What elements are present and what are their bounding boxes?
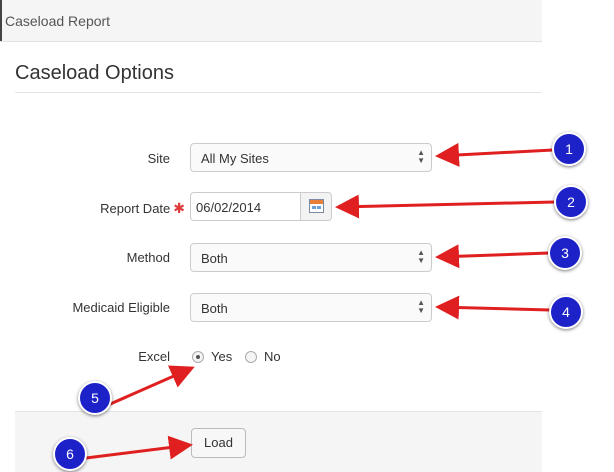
method-select[interactable]: Both ▲ ▼ xyxy=(190,243,432,272)
calendar-button[interactable] xyxy=(300,192,332,221)
site-select[interactable]: All My Sites ▲ ▼ xyxy=(190,143,432,172)
heading-divider xyxy=(15,92,542,93)
report-date-label-text: Report Date xyxy=(100,201,171,216)
annotation-badge-2: 2 xyxy=(554,185,588,219)
excel-label: Excel xyxy=(138,349,170,364)
site-label: Site xyxy=(147,151,170,166)
arrow-4 xyxy=(435,295,551,320)
method-select-value: Both xyxy=(201,251,228,266)
select-caret-icon: ▲ ▼ xyxy=(417,248,425,265)
arrow-3 xyxy=(435,244,550,269)
report-date-label: Report Date ✱ xyxy=(60,200,185,217)
medicaid-eligible-select-value: Both xyxy=(201,301,228,316)
excel-yes-label[interactable]: Yes xyxy=(211,349,232,364)
report-title: Caseload Report xyxy=(5,13,111,29)
form-footer xyxy=(15,411,542,472)
calendar-icon xyxy=(309,199,324,213)
required-asterisk-icon: ✱ xyxy=(173,200,185,216)
medicaid-eligible-select[interactable]: Both ▲ ▼ xyxy=(190,293,432,322)
excel-no-label[interactable]: No xyxy=(264,349,281,364)
radio-selected-dot xyxy=(196,355,200,359)
arrow-2 xyxy=(335,194,556,219)
excel-no-radio[interactable] xyxy=(245,351,257,363)
load-button[interactable]: Load xyxy=(191,428,246,458)
select-caret-icon: ▲ ▼ xyxy=(417,298,425,315)
medicaid-eligible-label: Medicaid Eligible xyxy=(72,300,170,315)
select-caret-icon: ▲ ▼ xyxy=(417,148,425,165)
report-date-input[interactable]: 06/02/2014 xyxy=(190,192,300,221)
site-select-value: All My Sites xyxy=(201,151,269,166)
method-label: Method xyxy=(126,250,170,265)
annotation-badge-5: 5 xyxy=(78,381,112,415)
arrow-1 xyxy=(435,142,554,167)
annotation-badge-4: 4 xyxy=(549,295,583,329)
annotation-badge-6: 6 xyxy=(53,437,87,471)
annotation-badge-3: 3 xyxy=(548,236,582,270)
page-heading: Caseload Options xyxy=(15,62,174,84)
report-date-value: 06/02/2014 xyxy=(196,200,262,215)
annotation-badge-1: 1 xyxy=(552,132,586,166)
excel-yes-radio[interactable] xyxy=(192,351,204,363)
arrow-5 xyxy=(107,365,195,407)
window-edge xyxy=(0,0,2,41)
top-bar: Caseload Report xyxy=(0,0,542,42)
